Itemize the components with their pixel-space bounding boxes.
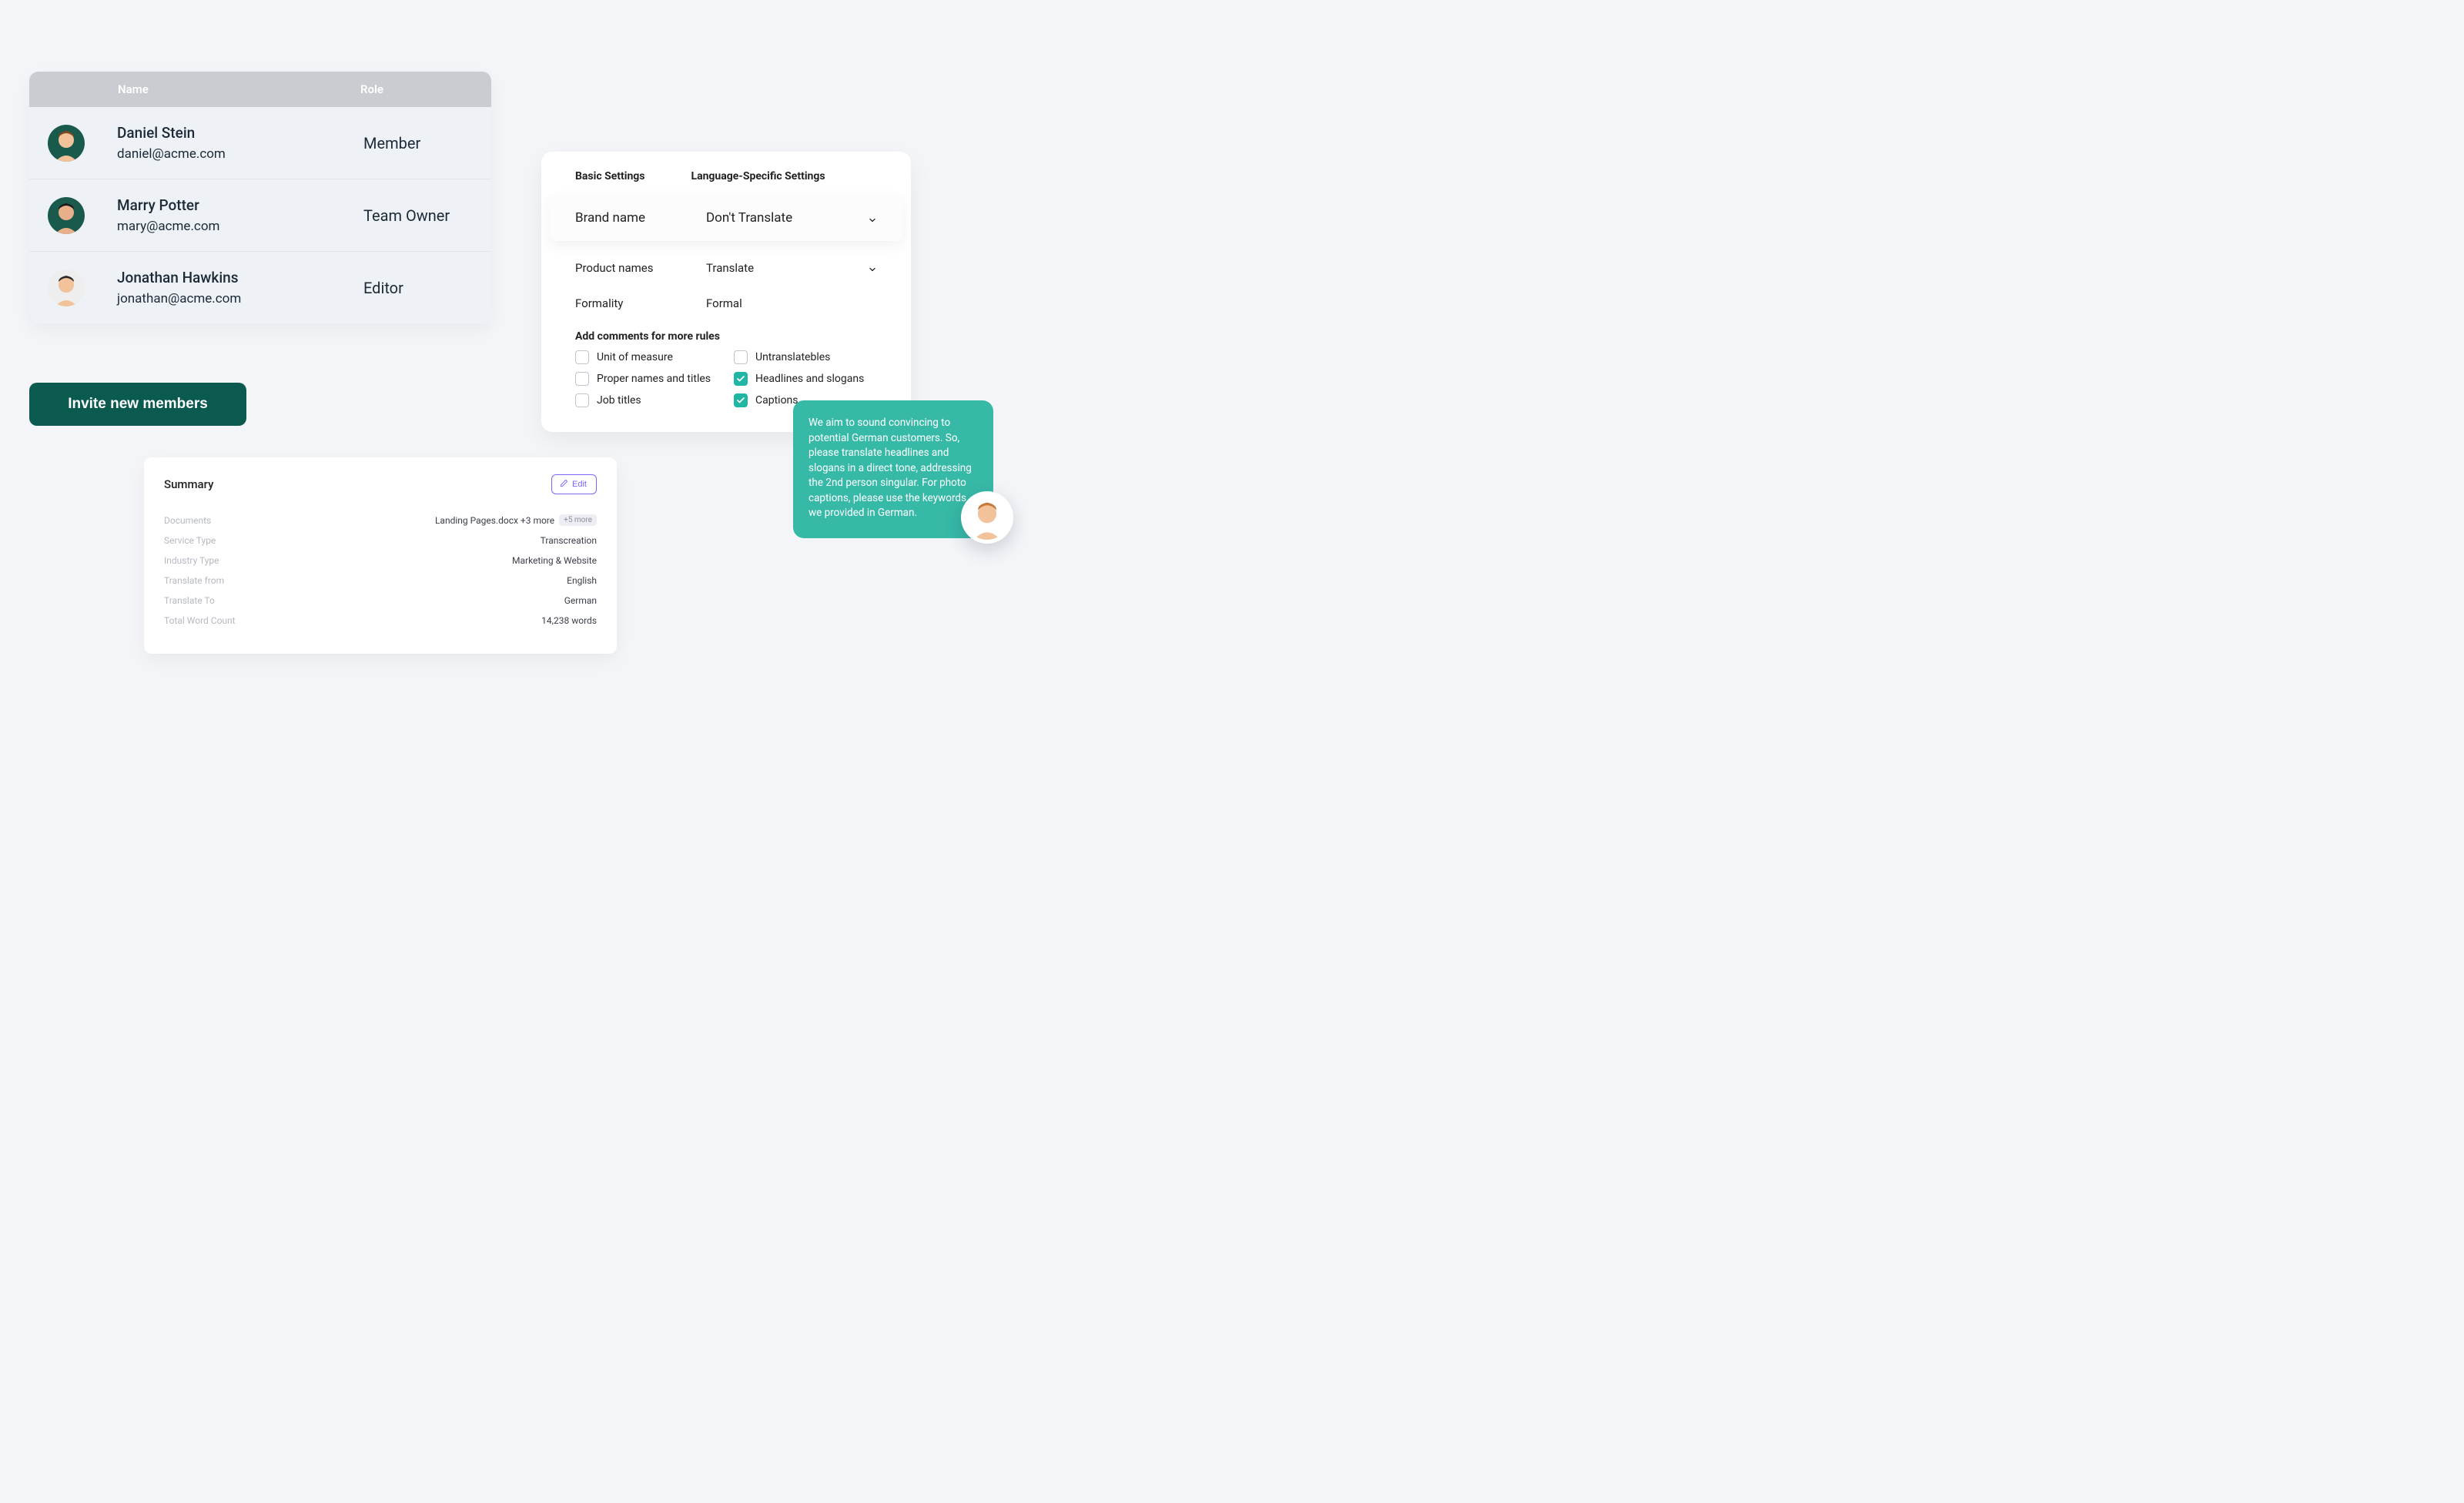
summary-label: Industry Type xyxy=(164,555,219,566)
summary-row: Service Type Transcreation xyxy=(164,531,597,551)
summary-row: Industry Type Marketing & Website xyxy=(164,551,597,571)
member-info: Marry Potter mary@acme.com xyxy=(117,196,363,234)
member-info: Jonathan Hawkins jonathan@acme.com xyxy=(117,269,363,306)
avatar xyxy=(48,197,85,234)
checkbox-option[interactable]: Headlines and slogans xyxy=(734,372,877,386)
member-role: Editor xyxy=(363,279,491,297)
summary-row: Translate To German xyxy=(164,591,597,611)
pencil-icon xyxy=(560,479,568,490)
member-role: Member xyxy=(363,134,491,152)
comments-section-title: Add comments for more rules xyxy=(541,321,911,350)
summary-label: Total Word Count xyxy=(164,615,236,626)
edit-button-label: Edit xyxy=(572,480,587,489)
checkbox[interactable] xyxy=(575,393,589,407)
summary-title: Summary xyxy=(164,477,213,491)
setting-value: Don't Translate xyxy=(706,210,877,226)
chevron-down-icon xyxy=(868,213,877,223)
summary-card: Summary Edit Documents Landing Pages.doc… xyxy=(144,457,617,654)
member-email: daniel@acme.com xyxy=(117,146,363,162)
checkbox-label: Proper names and titles xyxy=(597,373,711,385)
checkbox[interactable] xyxy=(734,393,748,407)
checkbox-label: Job titles xyxy=(597,394,641,407)
summary-value: English xyxy=(567,575,597,586)
summary-label: Service Type xyxy=(164,535,216,546)
checkbox[interactable] xyxy=(734,372,748,386)
avatar xyxy=(48,269,85,306)
checkbox-option[interactable]: Proper names and titles xyxy=(575,372,718,386)
summary-row: Translate from English xyxy=(164,571,597,591)
summary-label: Translate from xyxy=(164,575,224,586)
member-name: Jonathan Hawkins xyxy=(117,269,363,286)
checkbox-option[interactable]: Job titles xyxy=(575,393,718,407)
summary-label: Translate To xyxy=(164,595,215,606)
team-row[interactable]: Marry Potter mary@acme.com Team Owner xyxy=(29,179,491,252)
setting-row[interactable]: Product names Translate xyxy=(541,250,911,286)
setting-label: Brand name xyxy=(575,210,706,226)
summary-label: Documents xyxy=(164,515,211,526)
settings-card: Basic Settings Language-Specific Setting… xyxy=(541,152,911,432)
checkbox-label: Captions xyxy=(755,394,798,407)
setting-row[interactable]: Brand name Don't Translate xyxy=(549,195,903,241)
checkbox-label: Headlines and slogans xyxy=(755,373,864,385)
team-row[interactable]: Jonathan Hawkins jonathan@acme.com Edito… xyxy=(29,252,491,323)
comment-avatar xyxy=(961,491,1013,544)
summary-value: 14,238 words xyxy=(541,615,597,626)
member-role: Team Owner xyxy=(363,206,491,225)
member-email: jonathan@acme.com xyxy=(117,291,363,306)
checkbox-label: Untranslatebles xyxy=(755,351,830,363)
checkbox-grid: Unit of measure Untranslatebles Proper n… xyxy=(541,350,911,407)
member-info: Daniel Stein daniel@acme.com xyxy=(117,124,363,162)
summary-value: Marketing & Website xyxy=(512,555,597,566)
invite-new-members-button[interactable]: Invite new members xyxy=(29,383,246,426)
checkbox-option[interactable]: Untranslatebles xyxy=(734,350,877,364)
checkbox-label: Unit of measure xyxy=(597,351,673,363)
avatar xyxy=(48,125,85,162)
checkbox[interactable] xyxy=(734,350,748,364)
edit-button[interactable]: Edit xyxy=(551,474,597,494)
column-header-role: Role xyxy=(360,82,491,96)
tab-basic-settings[interactable]: Basic Settings xyxy=(575,170,645,182)
member-name: Marry Potter xyxy=(117,196,363,214)
setting-value-text: Formal xyxy=(706,296,742,310)
setting-label: Product names xyxy=(575,261,706,275)
setting-label: Formality xyxy=(575,296,706,310)
team-card: Name Role Daniel Stein daniel@acme.com M… xyxy=(29,72,491,323)
setting-value-text: Translate xyxy=(706,261,754,275)
setting-value: Formal xyxy=(706,296,877,310)
team-table-header: Name Role xyxy=(29,72,491,107)
member-email: mary@acme.com xyxy=(117,219,363,234)
member-name: Daniel Stein xyxy=(117,124,363,142)
settings-tabs: Basic Settings Language-Specific Setting… xyxy=(541,170,911,195)
setting-value: Translate xyxy=(706,261,877,275)
summary-value: German xyxy=(564,595,597,606)
checkbox[interactable] xyxy=(575,372,589,386)
summary-value: Transcreation xyxy=(541,535,597,546)
checkbox-option[interactable]: Unit of measure xyxy=(575,350,718,364)
summary-value: Landing Pages.docx +3 more +5 more xyxy=(435,514,597,526)
team-row[interactable]: Daniel Stein daniel@acme.com Member xyxy=(29,107,491,179)
setting-value-text: Don't Translate xyxy=(706,210,792,226)
column-header-name: Name xyxy=(29,82,360,96)
checkbox[interactable] xyxy=(575,350,589,364)
more-pill[interactable]: +5 more xyxy=(559,514,597,526)
chevron-down-icon xyxy=(868,263,877,273)
tab-language-specific-settings[interactable]: Language-Specific Settings xyxy=(691,170,825,182)
summary-row: Documents Landing Pages.docx +3 more +5 … xyxy=(164,510,597,531)
setting-row[interactable]: Formality Formal xyxy=(541,286,911,321)
summary-row: Total Word Count 14,238 words xyxy=(164,611,597,631)
